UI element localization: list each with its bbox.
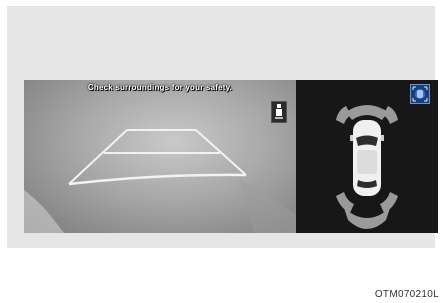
guide-line-left <box>68 129 128 185</box>
front-left-sensor-zone <box>336 106 351 124</box>
front-center-sensor-zone <box>346 105 388 120</box>
vehicle-top-view <box>350 120 384 196</box>
ground-marking <box>24 190 64 233</box>
front-right-sensor-zone <box>383 106 398 124</box>
safety-warning-text: Check surroundings for your safety. <box>87 83 233 92</box>
rear-camera-view: Check surroundings for your safety. <box>24 80 296 233</box>
guide-line-near <box>68 173 247 186</box>
rear-door-icon[interactable] <box>271 101 287 123</box>
parking-sensor-view <box>296 80 438 233</box>
view-toggle-button[interactable] <box>410 84 430 104</box>
rear-center-sensor-zone <box>344 208 390 229</box>
view-toggle-icon <box>412 86 428 102</box>
rear-door-glyph <box>275 104 283 119</box>
camera-scene <box>24 129 296 233</box>
ground-shadow <box>239 180 296 233</box>
rear-view-display: Check surroundings for your safety. <box>24 80 438 233</box>
figure-code: OTM070210L <box>374 289 439 300</box>
